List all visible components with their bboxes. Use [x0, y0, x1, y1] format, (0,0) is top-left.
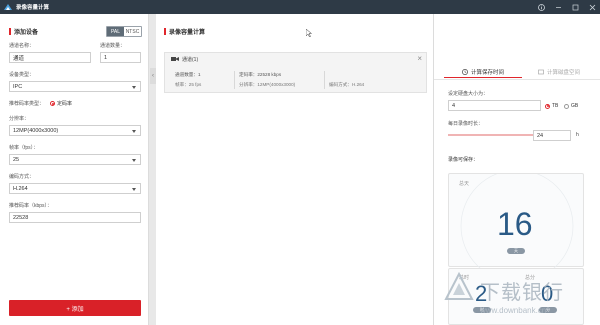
tabs-baseline: [434, 79, 600, 80]
channel-name-label: 通道名称：: [9, 43, 35, 49]
daily-hours-input[interactable]: 24: [533, 130, 571, 141]
section-marker: [9, 28, 11, 35]
frame-rate-select[interactable]: 25: [9, 154, 141, 165]
ntsc-option[interactable]: NTSC: [124, 27, 141, 36]
camera-icon: [171, 56, 179, 62]
card-encoding: 编码方式：H.264: [329, 82, 365, 87]
section-title: 添加设备: [14, 30, 39, 36]
days-value: 16: [497, 206, 533, 242]
card-channel-name: 通道(1): [182, 57, 199, 63]
mouse-cursor-icon: [305, 28, 313, 38]
pal-option[interactable]: PAL: [107, 27, 124, 36]
chevron-down-icon: [132, 159, 136, 162]
watermark-text: 下载银行: [480, 282, 564, 304]
device-type-select[interactable]: IPC: [9, 81, 141, 92]
gb-radio[interactable]: GB: [564, 103, 578, 109]
days-unit-pill: 天: [507, 248, 525, 254]
minimize-icon[interactable]: [551, 0, 565, 14]
encoding-value: H.264: [13, 185, 28, 192]
add-device-panel: 添加设备 PAL NTSC 通道名称： 通道 通道数量： 1 设备类型： IPC…: [0, 14, 149, 325]
chevron-down-icon: [132, 86, 136, 89]
add-button[interactable]: + 添加: [9, 300, 141, 316]
title-bar: 录像容量计算: [0, 0, 600, 14]
frame-rate-value: 25: [13, 156, 20, 163]
watermark-logo-icon: [444, 272, 474, 300]
divider: [324, 71, 325, 89]
channel-card: 通道(1) × 通道数量：1 定码率：22528 kbps 帧率：25 fps …: [164, 52, 427, 93]
result-days-card: 总天 16 天: [448, 173, 584, 268]
card-close-icon[interactable]: ×: [417, 54, 422, 63]
disk-size-label: 设定硬盘大小为：: [448, 91, 489, 97]
divider: [234, 71, 235, 89]
daily-hours-unit: h: [576, 132, 579, 138]
recommended-bitrate-label: 推荐码率（kbps）：: [9, 203, 53, 209]
maximize-icon[interactable]: [568, 0, 582, 14]
radio-selected-icon: [50, 101, 55, 106]
saveable-label: 录像可保存：: [448, 157, 479, 163]
chevron-down-icon: [132, 188, 136, 191]
gb-label: GB: [571, 103, 579, 109]
encoding-label: 编码方式：: [9, 174, 35, 180]
add-device-header: 添加设备: [9, 27, 38, 36]
device-type-value: IPC: [13, 83, 23, 90]
radio-selected-icon: [545, 103, 550, 109]
disk-size-input[interactable]: 4: [448, 100, 541, 111]
device-type-label: 设备类型：: [9, 72, 35, 78]
tab-save-time[interactable]: 计算保存时间: [444, 66, 522, 78]
daily-hours-label: 每日录像时长：: [448, 121, 484, 127]
tb-radio[interactable]: TB: [545, 103, 558, 109]
watermark-url: www.downbank.cn: [480, 306, 547, 315]
card-channel-count: 通道数量：1: [175, 72, 201, 77]
app-logo-icon: [3, 3, 13, 11]
chevron-down-icon: [132, 130, 136, 133]
tab-disk-space-label: 计算磁盘空间: [546, 70, 580, 76]
resolution-value: 12MP(4000x3000): [13, 127, 59, 134]
chevron-left-icon: ‹: [152, 73, 154, 79]
channel-count-label: 通道数量：: [100, 43, 126, 49]
disk-icon: [538, 69, 544, 75]
encoding-select[interactable]: H.264: [9, 183, 141, 194]
resolution-label: 分辨率：: [9, 116, 30, 122]
calc-header: 录像容量计算: [164, 27, 205, 36]
resolution-select[interactable]: 12MP(4000x3000): [9, 125, 141, 136]
close-icon[interactable]: [585, 0, 599, 14]
recommended-bitrate-input[interactable]: 22528: [9, 212, 141, 223]
watermark: 下载银行 www.downbank.cn: [440, 266, 600, 325]
channel-count-input[interactable]: 1: [100, 52, 141, 63]
cbr-radio[interactable]: 定码率: [50, 100, 72, 107]
video-standard-toggle: PAL NTSC: [106, 26, 142, 37]
channel-name-input[interactable]: 通道: [9, 52, 91, 63]
card-bitrate: 定码率：22528 kbps: [239, 72, 282, 77]
info-icon[interactable]: [534, 0, 548, 14]
days-label: 总天: [459, 181, 470, 187]
tb-label: TB: [552, 103, 559, 109]
section-title: 录像容量计算: [169, 30, 206, 36]
radio-unselected-icon: [564, 103, 569, 109]
tab-save-time-label: 计算保存时间: [470, 69, 504, 76]
bitrate-type-label: 推荐码率类型：: [9, 101, 45, 107]
tab-disk-space[interactable]: 计算磁盘空间: [524, 66, 594, 78]
section-marker: [164, 28, 166, 35]
clock-icon: [462, 68, 468, 75]
card-frame-rate: 帧率：25 fps: [175, 82, 202, 87]
cbr-radio-label: 定码率: [57, 101, 73, 107]
window-title: 录像容量计算: [16, 5, 50, 11]
card-resolution: 分辨率：12MP(4000x3000): [239, 82, 296, 87]
calculation-panel: 录像容量计算 通道(1) × 通道数量：1 定码率：22528 kbps 帧率：…: [156, 14, 433, 325]
frame-rate-label: 帧率（fps）：: [9, 145, 39, 151]
